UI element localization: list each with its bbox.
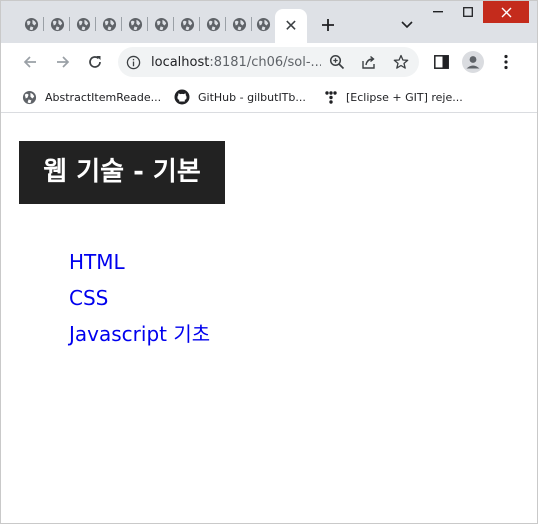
list-item: CSS [69, 284, 210, 320]
close-icon [501, 7, 511, 17]
url-path: :8181/ch06/sol-... [209, 55, 321, 70]
github-icon [174, 89, 190, 105]
globe-icon [24, 17, 38, 31]
profile-button[interactable] [461, 50, 485, 74]
minimize-button[interactable] [423, 1, 453, 23]
link-list: HTML CSS Javascript 기초 [69, 248, 210, 356]
share-button[interactable] [360, 53, 378, 71]
globe-icon [154, 17, 168, 31]
tab-4[interactable] [97, 11, 122, 37]
new-tab-button[interactable] [317, 14, 339, 36]
address-bar[interactable]: localhost:8181/ch06/sol-... [118, 47, 419, 77]
page-title: 웹 기술 - 기본 [19, 141, 225, 204]
bookmark-label: GitHub - gilbutITb... [198, 90, 306, 104]
tab-9[interactable] [227, 11, 252, 37]
link-css[interactable]: CSS [69, 286, 108, 310]
globe-icon [22, 90, 37, 104]
tab-active[interactable]: ✕ [275, 9, 307, 43]
window-close-button[interactable] [483, 1, 529, 23]
chevron-down-icon [401, 21, 413, 29]
tab-5[interactable] [123, 11, 148, 37]
site-info-button[interactable] [124, 53, 142, 71]
bookmark-item[interactable]: AbstractItemReade... [22, 87, 161, 107]
tab-close-icon[interactable]: ✕ [284, 18, 297, 34]
bookmark-label: [Eclipse + GIT] reje... [346, 90, 463, 104]
maximize-button[interactable] [453, 1, 483, 23]
share-icon [362, 55, 375, 69]
globe-icon [128, 17, 142, 31]
arrow-right-icon [57, 56, 70, 68]
forward-button[interactable] [51, 50, 75, 74]
globe-icon [180, 17, 194, 31]
bookmark-star-button[interactable] [392, 53, 410, 71]
plus-icon [322, 19, 334, 31]
globe-icon [102, 17, 116, 31]
list-item: Javascript 기초 [69, 320, 210, 356]
more-vert-icon [504, 54, 508, 70]
globe-icon [50, 17, 64, 31]
side-panel-icon [433, 55, 449, 69]
tistory-icon [325, 91, 337, 104]
bookmark-label: AbstractItemReade... [45, 90, 162, 104]
arrow-left-icon [23, 56, 36, 68]
page-content: 웹 기술 - 기본 HTML CSS Javascript 기초 [1, 114, 537, 523]
list-item: HTML [69, 248, 210, 284]
globe-icon [232, 17, 246, 31]
zoom-icon [329, 54, 345, 70]
info-icon [126, 55, 140, 69]
browser-toolbar: localhost:8181/ch06/sol-... [1, 43, 537, 81]
tab-10[interactable] [251, 11, 276, 37]
bookmarks-bar: AbstractItemReade... GitHub - gilbutITb.… [1, 81, 537, 113]
url-host: localhost [151, 55, 210, 70]
link-html[interactable]: HTML [69, 250, 125, 274]
tab-strip: ✕ [1, 1, 537, 43]
menu-button[interactable] [494, 50, 518, 74]
tab-2[interactable] [45, 11, 70, 37]
tab-search-button[interactable] [397, 15, 417, 35]
side-panel-button[interactable] [429, 50, 453, 74]
tab-3[interactable] [71, 11, 96, 37]
minimize-icon [433, 11, 443, 13]
tab-8[interactable] [201, 11, 226, 37]
zoom-button[interactable] [328, 53, 346, 71]
link-javascript[interactable]: Javascript 기초 [69, 322, 210, 346]
browser-window: ✕ localhost:8181/ch06/sol-... AbstractIt… [0, 0, 538, 524]
tab-6[interactable] [149, 11, 174, 37]
maximize-icon [463, 7, 473, 17]
reload-button[interactable] [83, 50, 107, 74]
tab-7[interactable] [175, 11, 200, 37]
bookmark-item[interactable]: GitHub - gilbutITb... [174, 87, 306, 107]
avatar-icon [462, 51, 484, 73]
tab-1[interactable] [19, 11, 44, 37]
globe-icon [206, 17, 220, 31]
star-icon [393, 54, 409, 69]
globe-icon [76, 17, 90, 31]
globe-icon [256, 17, 270, 31]
bookmark-item[interactable]: [Eclipse + GIT] reje... [324, 87, 463, 107]
url-text[interactable]: localhost:8181/ch06/sol-... [151, 54, 321, 71]
back-button[interactable] [18, 50, 42, 74]
reload-icon [89, 56, 101, 68]
